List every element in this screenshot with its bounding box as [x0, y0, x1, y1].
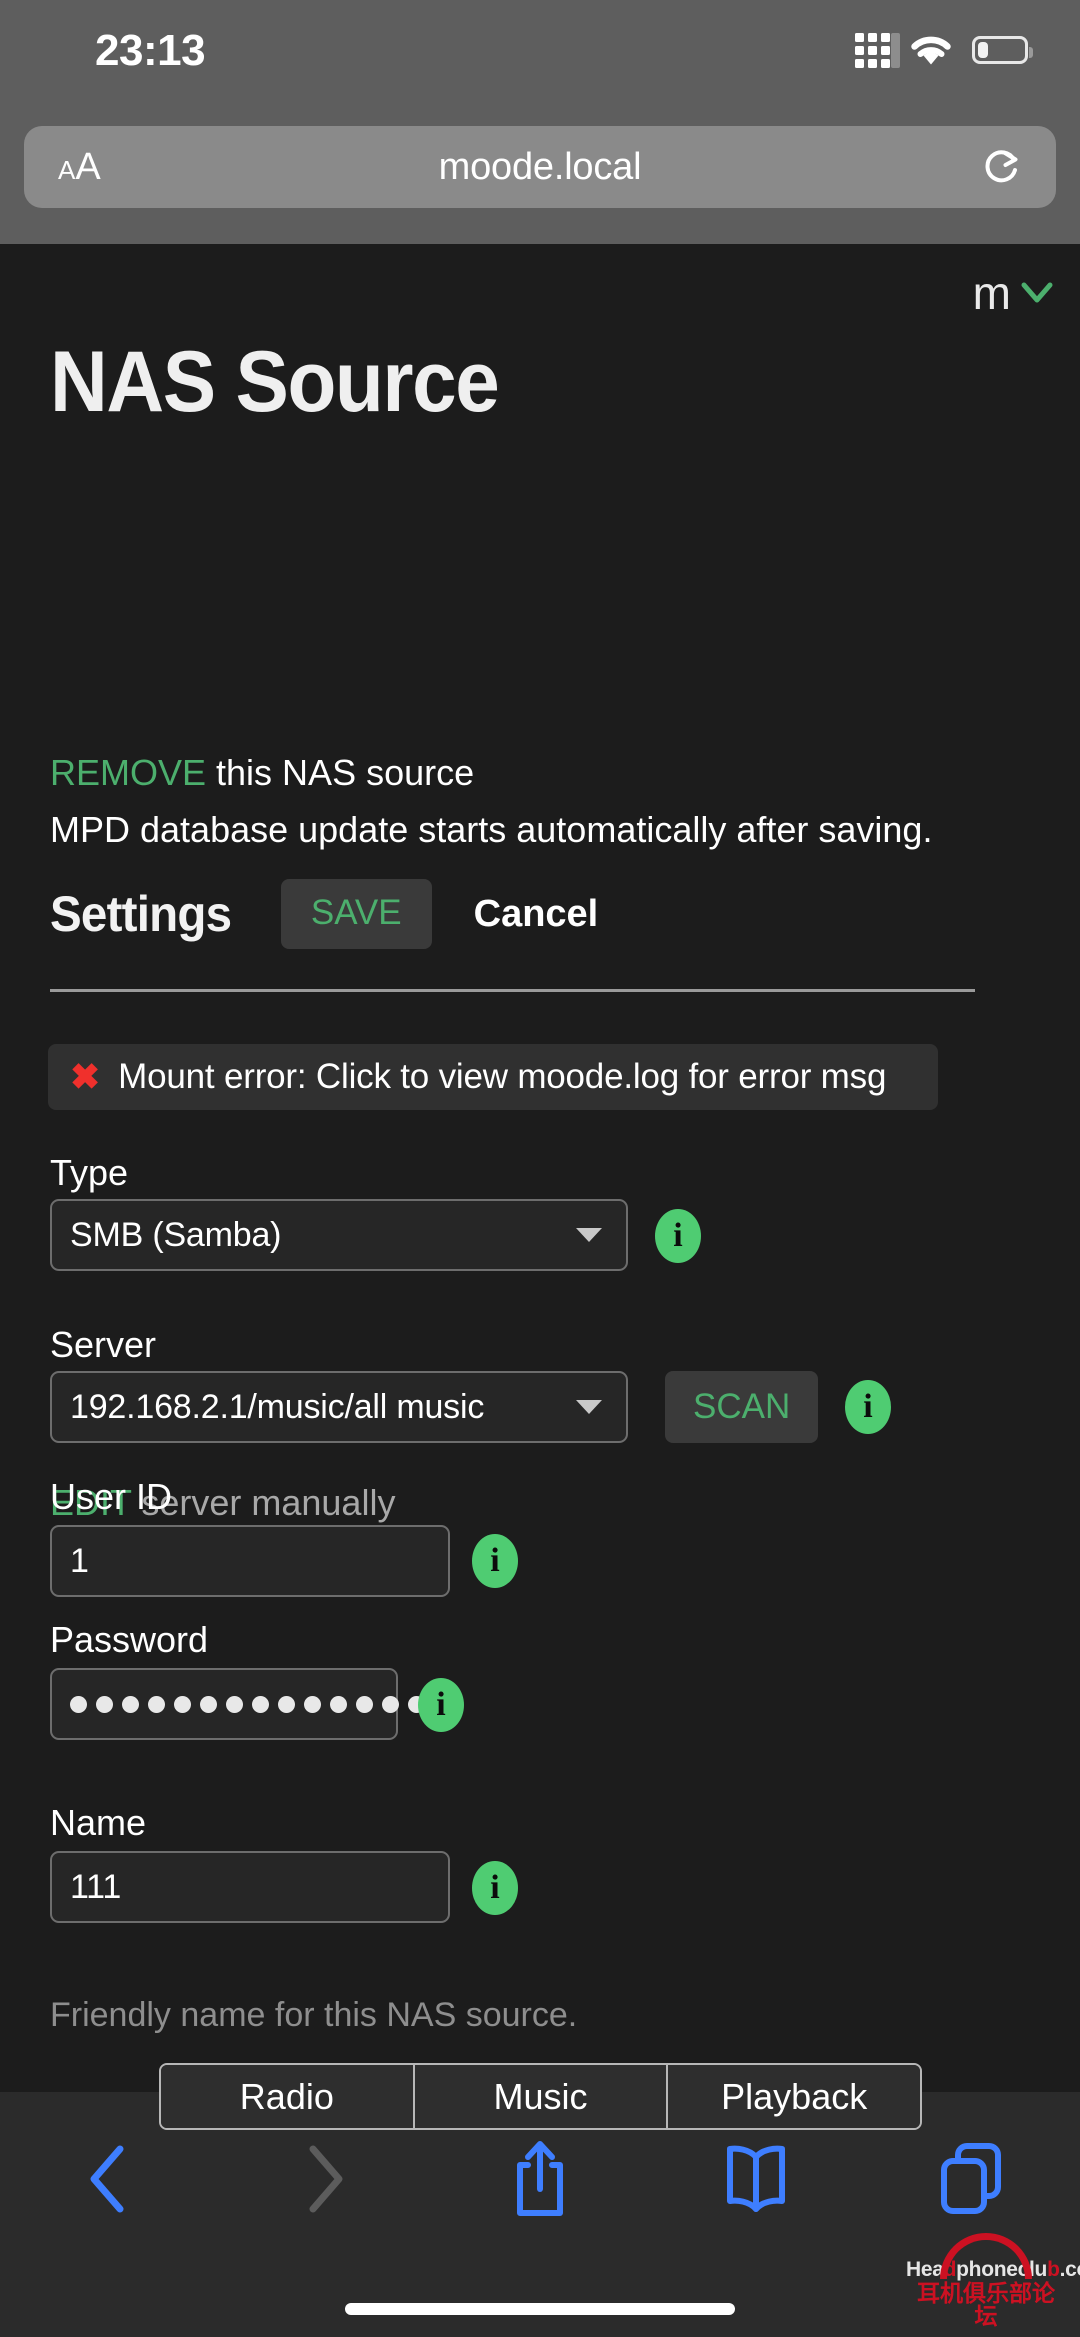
type-select[interactable]: SMB (Samba)	[50, 1199, 628, 1271]
mount-error-banner[interactable]: ✖ Mount error: Click to view moode.log f…	[48, 1044, 938, 1110]
moode-logo-menu[interactable]: m	[973, 270, 1054, 316]
userid-info-icon[interactable]: i	[472, 1534, 518, 1588]
server-value: 192.168.2.1/music/all music	[70, 1387, 485, 1426]
cancel-button[interactable]: Cancel	[474, 893, 599, 936]
server-select[interactable]: 192.168.2.1/music/all music	[50, 1371, 628, 1443]
chevron-down-icon[interactable]	[576, 1228, 602, 1242]
watermark-chinese: 耳机俱乐部论坛	[917, 2281, 1055, 2330]
password-label: Password	[50, 1619, 209, 1660]
userid-label: User ID	[50, 1476, 173, 1517]
type-value: SMB (Samba)	[70, 1215, 282, 1254]
share-icon[interactable]	[508, 2137, 572, 2221]
name-value: 111	[70, 1867, 122, 1906]
browser-url-bar[interactable]: AA moode.local	[24, 126, 1056, 208]
name-hint-text: Friendly name for this NAS source.	[50, 1996, 578, 2034]
forward-chevron-icon[interactable]	[298, 2141, 350, 2217]
type-label: Type	[50, 1152, 129, 1193]
wm-part-5: .com	[1059, 2258, 1080, 2281]
back-button[interactable]	[0, 2141, 216, 2217]
name-input[interactable]: 111	[50, 1851, 450, 1923]
share-button[interactable]	[432, 2137, 648, 2221]
settings-divider	[50, 989, 975, 992]
web-page-content: m NAS Source REMOVE this NAS source MPD …	[0, 244, 1080, 2092]
password-info-icon[interactable]: i	[418, 1678, 464, 1732]
reload-icon[interactable]	[980, 145, 1024, 189]
home-indicator	[345, 2303, 735, 2315]
tabs-icon[interactable]	[934, 2139, 1010, 2219]
settings-heading: Settings	[50, 886, 232, 942]
userid-input[interactable]: 1	[50, 1525, 450, 1597]
password-masked-value	[70, 1695, 425, 1713]
remove-nas-source-line: REMOVE this NAS source	[50, 752, 474, 794]
moode-logo-letter: m	[972, 267, 1011, 319]
server-info-icon[interactable]: i	[845, 1380, 891, 1434]
name-label: Name	[50, 1802, 147, 1843]
userid-value: 1	[70, 1541, 89, 1580]
status-bar-indicators	[855, 28, 1033, 72]
server-label: Server	[50, 1324, 157, 1365]
name-info-icon[interactable]: i	[472, 1861, 518, 1915]
mpd-update-note: MPD database update starts automatically…	[50, 809, 933, 850]
remove-line-rest: this NAS source	[206, 752, 475, 793]
tab-radio[interactable]: Radio	[161, 2065, 415, 2128]
book-icon[interactable]	[721, 2141, 791, 2217]
back-chevron-icon[interactable]	[82, 2141, 134, 2217]
ios-status-bar: 23:13	[0, 0, 1080, 105]
cellular-signal-icon	[855, 32, 900, 68]
tab-music[interactable]: Music	[414, 2065, 669, 2128]
battery-low-icon	[972, 36, 1033, 64]
chevron-down-icon[interactable]	[1020, 280, 1054, 306]
url-text[interactable]: moode.local	[24, 146, 1056, 189]
scan-button[interactable]: SCAN	[665, 1371, 819, 1443]
tabs-button[interactable]	[864, 2139, 1080, 2219]
forward-button[interactable]	[216, 2141, 432, 2217]
chevron-down-icon[interactable]	[576, 1400, 602, 1414]
error-x-icon: ✖	[70, 1056, 101, 1097]
status-bar-clock: 23:13	[95, 26, 206, 75]
forum-watermark: Headphoneclub.com 耳机俱乐部论坛	[906, 2233, 1080, 2330]
save-button[interactable]: SAVE	[280, 879, 432, 949]
tab-playback[interactable]: Playback	[668, 2065, 920, 2128]
section-tab-bar[interactable]: Radio Music Playback	[159, 2063, 922, 2130]
text-size-button[interactable]: AA	[58, 146, 101, 189]
toolbar-icon-row	[0, 2114, 1080, 2244]
page-title: NAS Source	[50, 334, 500, 430]
aa-small-letter: A	[58, 154, 76, 185]
phone-screen: 23:13 AA moode.local m NAS Source REMOVE…	[0, 0, 1080, 2337]
wifi-icon	[911, 36, 951, 65]
wm-part-4: b	[1047, 2258, 1060, 2281]
remove-link[interactable]: REMOVE	[50, 752, 206, 793]
wm-part-1: Hea	[906, 2258, 944, 2281]
aa-big-letter: A	[75, 145, 101, 188]
mount-error-text: Mount error: Click to view moode.log for…	[118, 1057, 887, 1096]
bookmarks-button[interactable]	[648, 2141, 864, 2217]
settings-header-row: Settings SAVE Cancel	[50, 879, 598, 949]
type-info-icon[interactable]: i	[655, 1209, 701, 1263]
browser-top-chrome: 23:13 AA moode.local	[0, 0, 1080, 244]
password-input[interactable]	[50, 1668, 425, 1740]
